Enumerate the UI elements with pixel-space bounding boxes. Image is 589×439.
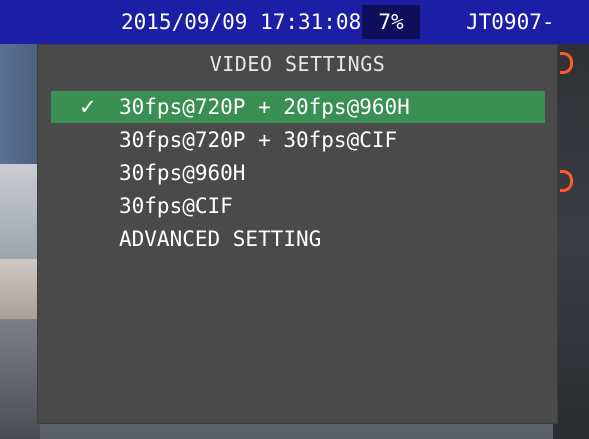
menu-item-label: 30fps@960H [119,161,246,185]
menu-item-label: 30fps@720P + 20fps@960H [119,95,410,119]
menu-item-960h[interactable]: 30fps@960H [51,157,545,189]
menu-item-label: 30fps@CIF [119,194,233,218]
checkmark-icon: ✓ [79,95,97,119]
camera-scene-sky [0,44,40,164]
camera-scene-wall [0,259,40,319]
menu-title: VIDEO SETTINGS [209,52,386,76]
camera-scene-ground [0,319,40,439]
camera-scene-building [0,164,40,259]
video-settings-menu: VIDEO SETTINGS ✓ 30fps@720P + 20fps@960H… [37,44,558,424]
menu-item-cif[interactable]: 30fps@CIF [51,190,545,222]
menu-item-720p-30fps-cif[interactable]: 30fps@720P + 30fps@CIF [51,124,545,156]
storage-percent: 7% [362,5,420,39]
datetime-readout: 2015/09/09 17:31:08 [121,10,362,34]
status-bar: 2015/09/09 17:31:08 7% JT0907-2808 [0,0,589,78]
camera-scene-right-edge [553,44,589,439]
menu-item-advanced-setting[interactable]: ADVANCED SETTING [51,223,545,255]
menu-item-label: 30fps@720P + 30fps@CIF [119,128,398,152]
menu-item-720p-20fps-960h[interactable]: ✓ 30fps@720P + 20fps@960H [51,91,545,123]
menu-item-label: ADVANCED SETTING [119,227,322,251]
